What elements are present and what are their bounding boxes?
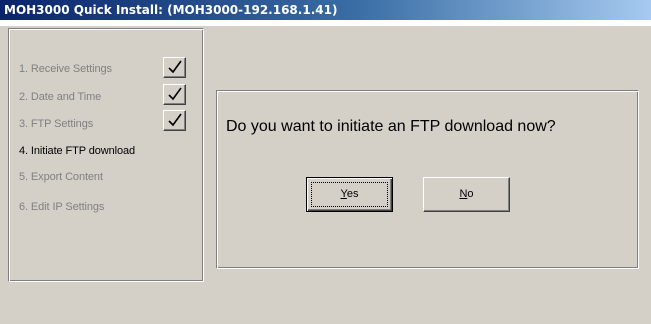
step-date-and-time: 2. Date and Time — [19, 91, 102, 103]
checkmark-icon — [168, 60, 182, 74]
no-button[interactable]: No — [423, 177, 510, 212]
step-edit-ip-settings: 6. Edit IP Settings — [19, 201, 105, 213]
yes-button-label: Yes — [340, 188, 359, 200]
no-button-label: No — [459, 188, 474, 200]
question-text: Do you want to initiate an FTP download … — [226, 118, 556, 135]
checkmark-icon — [168, 113, 182, 127]
checkmark-icon — [168, 87, 182, 101]
title-bar[interactable]: MOH3000 Quick Install: (MOH3000-192.168.… — [0, 0, 651, 20]
step-3-check-box — [163, 110, 186, 131]
window-title: MOH3000 Quick Install: (MOH3000-192.168.… — [4, 3, 338, 17]
step-ftp-settings: 3. FTP Settings — [19, 118, 94, 130]
quick-install-window: MOH3000 Quick Install: (MOH3000-192.168.… — [0, 0, 651, 324]
step-2-check-box — [163, 84, 186, 105]
step-export-content: 5. Export Content — [19, 171, 103, 183]
yes-button[interactable]: Yes — [306, 177, 393, 212]
step-1-check-box — [163, 57, 186, 78]
step-initiate-ftp-download: 4. Initiate FTP download — [19, 145, 136, 157]
step-receive-settings: 1. Receive Settings — [19, 63, 112, 75]
